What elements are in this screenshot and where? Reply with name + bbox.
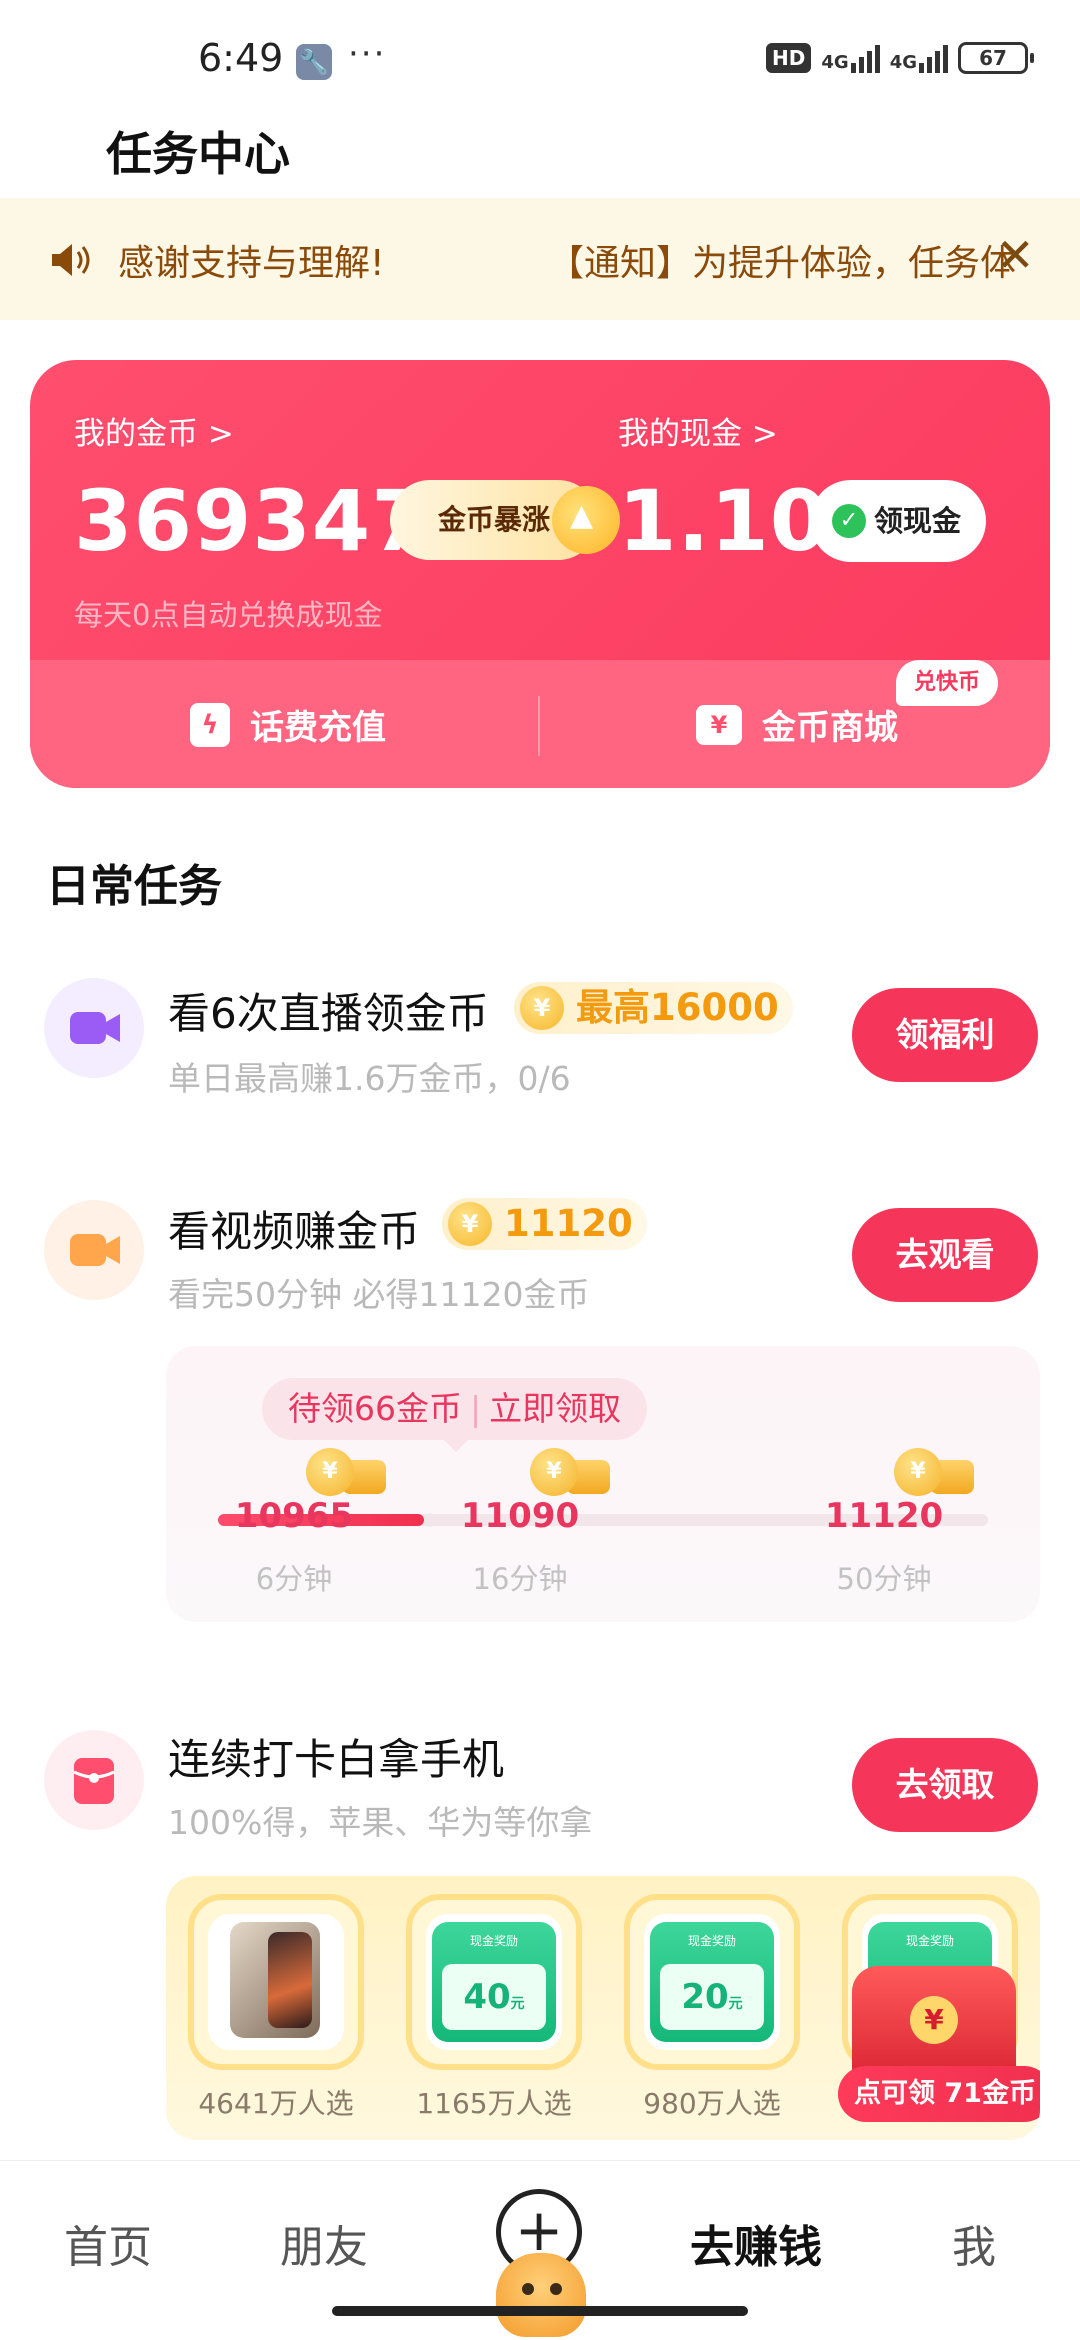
notice-bar: 感谢支持与理解! 【通知】为提升体验，任务体 ✕ — [0, 198, 1080, 320]
notice-text: 感谢支持与理解! — [118, 243, 385, 284]
checkin-prizes: 4641万人选 现金奖励 40元 1165万人选 现金奖励 20元 980万人选 — [166, 1876, 1040, 2140]
lightning-icon: ϟ — [190, 702, 230, 747]
task-title: 连续打卡白拿手机 — [168, 1735, 505, 1784]
milestone-coins: 11120 — [824, 1496, 944, 1536]
pending-coins: 待领66金币 — [288, 1389, 462, 1428]
battery-icon: 67 — [958, 42, 1034, 74]
coin-stack-icon: ¥ — [530, 1442, 614, 1498]
task-video — [44, 1200, 144, 1300]
reward-badge: ¥ 最高16000 — [514, 982, 793, 1034]
milestone-coins: 11090 — [460, 1496, 580, 1536]
up-arrow-icon — [552, 486, 620, 554]
status-bar: 6:49 🔧 ··· HD 4G 4G 67 — [0, 0, 1080, 120]
wrench-icon: 🔧 — [296, 44, 332, 80]
task-center-page: 6:49 🔧 ··· HD 4G 4G 67 任务中心 感谢支持与理解! 【通知… — [0, 0, 1080, 2340]
go-watch-button[interactable]: 去观看 — [852, 1208, 1038, 1302]
claim-benefit-button[interactable]: 领福利 — [852, 988, 1038, 1082]
daily-tasks-title: 日常任务 — [46, 861, 222, 912]
prize-cash-20[interactable]: 现金奖励 20元 — [624, 1894, 800, 2070]
milestone-time: 16分钟 — [472, 1562, 568, 1596]
video-camera-icon — [70, 1012, 120, 1044]
network-type-1: 4G — [821, 52, 849, 73]
coin-mall-label: 金币商城 — [762, 708, 898, 748]
nav-me[interactable]: 我 — [952, 2211, 996, 2275]
my-coins-link[interactable]: 我的金币 > — [74, 408, 234, 453]
video-icon — [70, 1234, 120, 1266]
task-checkin — [44, 1730, 144, 1830]
exchange-badge: 兑快币 — [896, 660, 998, 706]
coins-balance: 369347 — [74, 472, 431, 570]
speaker-icon — [52, 244, 90, 276]
cash-balance: 1.10 — [618, 472, 830, 570]
status-time: 6:49 — [198, 36, 284, 80]
task-subtitle: 看完50分钟 必得11120金币 — [168, 1275, 590, 1314]
voucher-value: 40 — [463, 1977, 511, 2017]
task-live — [44, 978, 144, 1078]
reward-amount: 11120 — [504, 1202, 633, 1245]
home-indicator[interactable] — [332, 2306, 748, 2316]
nav-home[interactable]: 首页 — [64, 2211, 152, 2275]
divider — [538, 696, 540, 756]
withdraw-cash-label: 领现金 — [874, 504, 962, 538]
watch-progress-panel: 待领66金币 | 立即领取 ¥ 10965 6分钟 ¥ 11090 16分钟 ¥ 1… — [166, 1346, 1040, 1622]
task-subtitle: 100%得，苹果、华为等你拿 — [168, 1803, 593, 1842]
status-icons: HD 4G 4G 67 — [766, 42, 1034, 74]
go-claim-button[interactable]: 去领取 — [852, 1738, 1038, 1832]
voucher-value: 20 — [681, 1977, 729, 2017]
claim-now-link[interactable]: 立即领取 — [489, 1389, 621, 1428]
milestone-time: 50分钟 — [836, 1562, 932, 1596]
nav-friends[interactable]: 朋友 — [280, 2211, 368, 2275]
my-cash-link[interactable]: 我的现金 > — [618, 408, 778, 453]
auto-exchange-hint: 每天0点自动兑换成现金 — [74, 598, 383, 632]
voucher-head: 现金奖励 — [905, 1934, 954, 1948]
signal-icon-2: 4G — [890, 43, 948, 73]
coin-stack-icon: ¥ — [894, 1442, 978, 1498]
signal-icon-1: 4G — [821, 43, 880, 73]
coin-icon: ¥ — [520, 986, 564, 1030]
red-packet-icon — [73, 1758, 115, 1804]
voucher-unit: 元 — [510, 1996, 525, 2012]
reward-badge: ¥ 11120 — [442, 1198, 647, 1250]
withdraw-cash-button[interactable]: ✓ 领现金 — [810, 480, 986, 562]
wallet-card: 我的金币 > 我的现金 > 369347 金币暴涨 1.10 ✓ 领现金 每天0… — [30, 360, 1050, 788]
page-title: 任务中心 — [106, 127, 290, 181]
task-title: 看视频赚金币 — [168, 1207, 421, 1256]
hd-icon: HD — [766, 43, 812, 73]
coin-stack-icon: ¥ — [306, 1442, 390, 1498]
voucher-head: 现金奖励 — [469, 1934, 518, 1948]
prize-popularity: 4641万人选 — [198, 2087, 354, 2120]
task-subtitle: 单日最高赚1.6万金币，0/6 — [168, 1059, 571, 1098]
ticket-icon: ¥ — [696, 704, 742, 745]
nav-earn[interactable]: 去赚钱 — [690, 2211, 822, 2275]
notice-announcement: 【通知】为提升体验，任务体 — [548, 243, 1016, 284]
reward-amount: 最高16000 — [576, 986, 779, 1029]
coin-icon: ¥ — [448, 1202, 492, 1246]
more-notifications-icon: ··· — [348, 34, 387, 74]
pending-coins-tooltip[interactable]: 待领66金币 | 立即领取 — [262, 1378, 648, 1452]
cash-voucher-icon: 现金奖励 40元 — [432, 1922, 556, 2042]
network-type-2: 4G — [889, 52, 917, 73]
voucher-unit: 元 — [728, 1996, 743, 2012]
prize-popularity: 1165万人选 — [416, 2087, 572, 2120]
prize-popularity: 980万人选 — [643, 2087, 781, 2120]
prize-phone[interactable] — [188, 1894, 364, 2070]
voucher-head: 现金奖励 — [687, 1934, 736, 1948]
prize-cash-40[interactable]: 现金奖励 40元 — [406, 1894, 582, 2070]
milestone-coins: 10965 — [234, 1496, 354, 1536]
task-title: 看6次直播领金币 — [168, 989, 489, 1038]
tiger-mascot-icon[interactable] — [496, 2253, 586, 2337]
coin-mall-button[interactable]: ¥ 金币商城 — [696, 700, 898, 749]
milestone-time: 6分钟 — [255, 1562, 333, 1596]
chest-reward-button[interactable]: 点可领 71金币 — [838, 2066, 1040, 2122]
phone-icon — [230, 1922, 320, 2038]
wechat-icon: ✓ — [832, 504, 866, 538]
phone-recharge-button[interactable]: ϟ 话费充值 — [190, 700, 386, 749]
cash-voucher-icon: 现金奖励 20元 — [650, 1922, 774, 2042]
close-icon[interactable]: ✕ — [996, 230, 1035, 280]
phone-recharge-label: 话费充值 — [250, 708, 386, 748]
